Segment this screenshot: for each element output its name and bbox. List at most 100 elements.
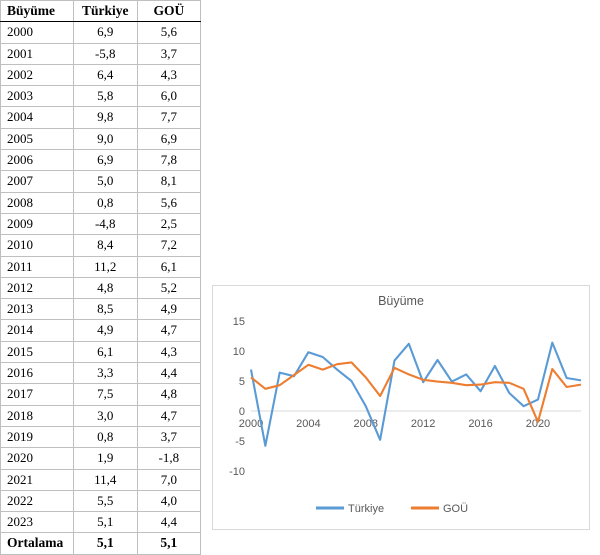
- series-line-go[interactable]: [251, 362, 581, 421]
- cell-year: 2023: [1, 512, 74, 533]
- cell-year: 2007: [1, 171, 74, 192]
- cell-turkiye: 6,1: [73, 341, 137, 362]
- total-turkiye: 5,1: [73, 533, 137, 554]
- growth-table: Büyüme Türkiye GOÜ 20006,95,62001-5,83,7…: [0, 0, 201, 555]
- cell-year: 2012: [1, 277, 74, 298]
- table-total-row: Ortalama5,15,1: [1, 533, 201, 554]
- table-row: 20035,86,0: [1, 86, 201, 107]
- cell-year: 2022: [1, 490, 74, 511]
- cell-gou: 4,3: [137, 341, 200, 362]
- cell-turkiye: 7,5: [73, 384, 137, 405]
- cell-gou: 2,5: [137, 213, 200, 234]
- table-row: 20163,34,4: [1, 363, 201, 384]
- table-row: 20144,94,7: [1, 320, 201, 341]
- legend-label-trkiye[interactable]: Türkiye: [348, 503, 384, 515]
- cell-gou: 4,4: [137, 512, 200, 533]
- cell-gou: 4,7: [137, 320, 200, 341]
- table-row: 20075,08,1: [1, 171, 201, 192]
- cell-gou: 4,0: [137, 490, 200, 511]
- cell-year: 2020: [1, 448, 74, 469]
- table-row: 20235,14,4: [1, 512, 201, 533]
- cell-year: 2002: [1, 64, 74, 85]
- cell-turkiye: 4,9: [73, 320, 137, 341]
- y-axis-tick-label: 10: [233, 346, 245, 358]
- table-row: 2009-4,82,5: [1, 213, 201, 234]
- cell-gou: 3,7: [137, 426, 200, 447]
- cell-turkiye: 4,8: [73, 277, 137, 298]
- cell-year: 2014: [1, 320, 74, 341]
- cell-gou: 7,2: [137, 235, 200, 256]
- y-axis-tick-label: 15: [233, 316, 245, 328]
- chart-card[interactable]: Büyüme 151050-5-102000200420082012201620…: [212, 285, 590, 530]
- cell-gou: 7,7: [137, 107, 200, 128]
- cell-year: 2008: [1, 192, 74, 213]
- cell-turkiye: 5,0: [73, 171, 137, 192]
- cell-year: 2000: [1, 22, 74, 43]
- x-axis-tick-label: 2012: [411, 418, 435, 430]
- table-row: 2001-5,83,7: [1, 43, 201, 64]
- cell-gou: 4,9: [137, 299, 200, 320]
- table-row: 20190,83,7: [1, 426, 201, 447]
- table-header: Büyüme Türkiye GOÜ: [1, 1, 201, 22]
- growth-line-chart[interactable]: 151050-5-10200020042008201220162020Türki…: [213, 286, 589, 529]
- cell-turkiye: -4,8: [73, 213, 137, 234]
- cell-gou: 8,1: [137, 171, 200, 192]
- cell-turkiye: 9,0: [73, 128, 137, 149]
- table-row: 20124,85,2: [1, 277, 201, 298]
- cell-year: 2011: [1, 256, 74, 277]
- cell-year: 2016: [1, 363, 74, 384]
- table-row: 202111,47,0: [1, 469, 201, 490]
- table-row: 20156,14,3: [1, 341, 201, 362]
- cell-turkiye: 0,8: [73, 426, 137, 447]
- cell-year: 2001: [1, 43, 74, 64]
- cell-turkiye: 3,0: [73, 405, 137, 426]
- table-row: 20177,54,8: [1, 384, 201, 405]
- cell-gou: 3,7: [137, 43, 200, 64]
- cell-turkiye: 5,8: [73, 86, 137, 107]
- cell-turkiye: 11,2: [73, 256, 137, 277]
- cell-year: 2015: [1, 341, 74, 362]
- cell-turkiye: 5,5: [73, 490, 137, 511]
- cell-turkiye: 6,9: [73, 150, 137, 171]
- cell-turkiye: 1,9: [73, 448, 137, 469]
- total-gou: 5,1: [137, 533, 200, 554]
- cell-gou: 4,7: [137, 405, 200, 426]
- cell-turkiye: 6,9: [73, 22, 137, 43]
- cell-turkiye: 0,8: [73, 192, 137, 213]
- x-axis-tick-label: 2004: [296, 418, 320, 430]
- total-label: Ortalama: [1, 533, 74, 554]
- table-row: 20108,47,2: [1, 235, 201, 256]
- cell-gou: 4,3: [137, 64, 200, 85]
- cell-gou: 5,6: [137, 192, 200, 213]
- table-body: 20006,95,62001-5,83,720026,44,320035,86,…: [1, 22, 201, 554]
- cell-gou: 6,9: [137, 128, 200, 149]
- legend-label-go[interactable]: GOÜ: [443, 503, 468, 515]
- series-line-trkiye[interactable]: [251, 343, 581, 446]
- cell-turkiye: 9,8: [73, 107, 137, 128]
- column-header-turkiye: Türkiye: [73, 1, 137, 22]
- table-row: 20026,44,3: [1, 64, 201, 85]
- y-axis-tick-label: 5: [239, 376, 245, 388]
- cell-gou: 5,6: [137, 22, 200, 43]
- cell-year: 2005: [1, 128, 74, 149]
- column-header-gou: GOÜ: [137, 1, 200, 22]
- cell-turkiye: 3,3: [73, 363, 137, 384]
- cell-gou: 6,0: [137, 86, 200, 107]
- column-header-buyume: Büyüme: [1, 1, 74, 22]
- cell-year: 2018: [1, 405, 74, 426]
- cell-gou: 4,4: [137, 363, 200, 384]
- cell-year: 2013: [1, 299, 74, 320]
- cell-gou: 7,0: [137, 469, 200, 490]
- table-row: 20059,06,9: [1, 128, 201, 149]
- table-row: 20066,97,8: [1, 150, 201, 171]
- table-row: 20006,95,6: [1, 22, 201, 43]
- y-axis-tick-label: -10: [229, 466, 245, 478]
- cell-gou: -1,8: [137, 448, 200, 469]
- cell-gou: 5,2: [137, 277, 200, 298]
- table-row: 20201,9-1,8: [1, 448, 201, 469]
- cell-gou: 7,8: [137, 150, 200, 171]
- table-row: 20183,04,7: [1, 405, 201, 426]
- cell-turkiye: 8,5: [73, 299, 137, 320]
- cell-year: 2017: [1, 384, 74, 405]
- table-row: 20138,54,9: [1, 299, 201, 320]
